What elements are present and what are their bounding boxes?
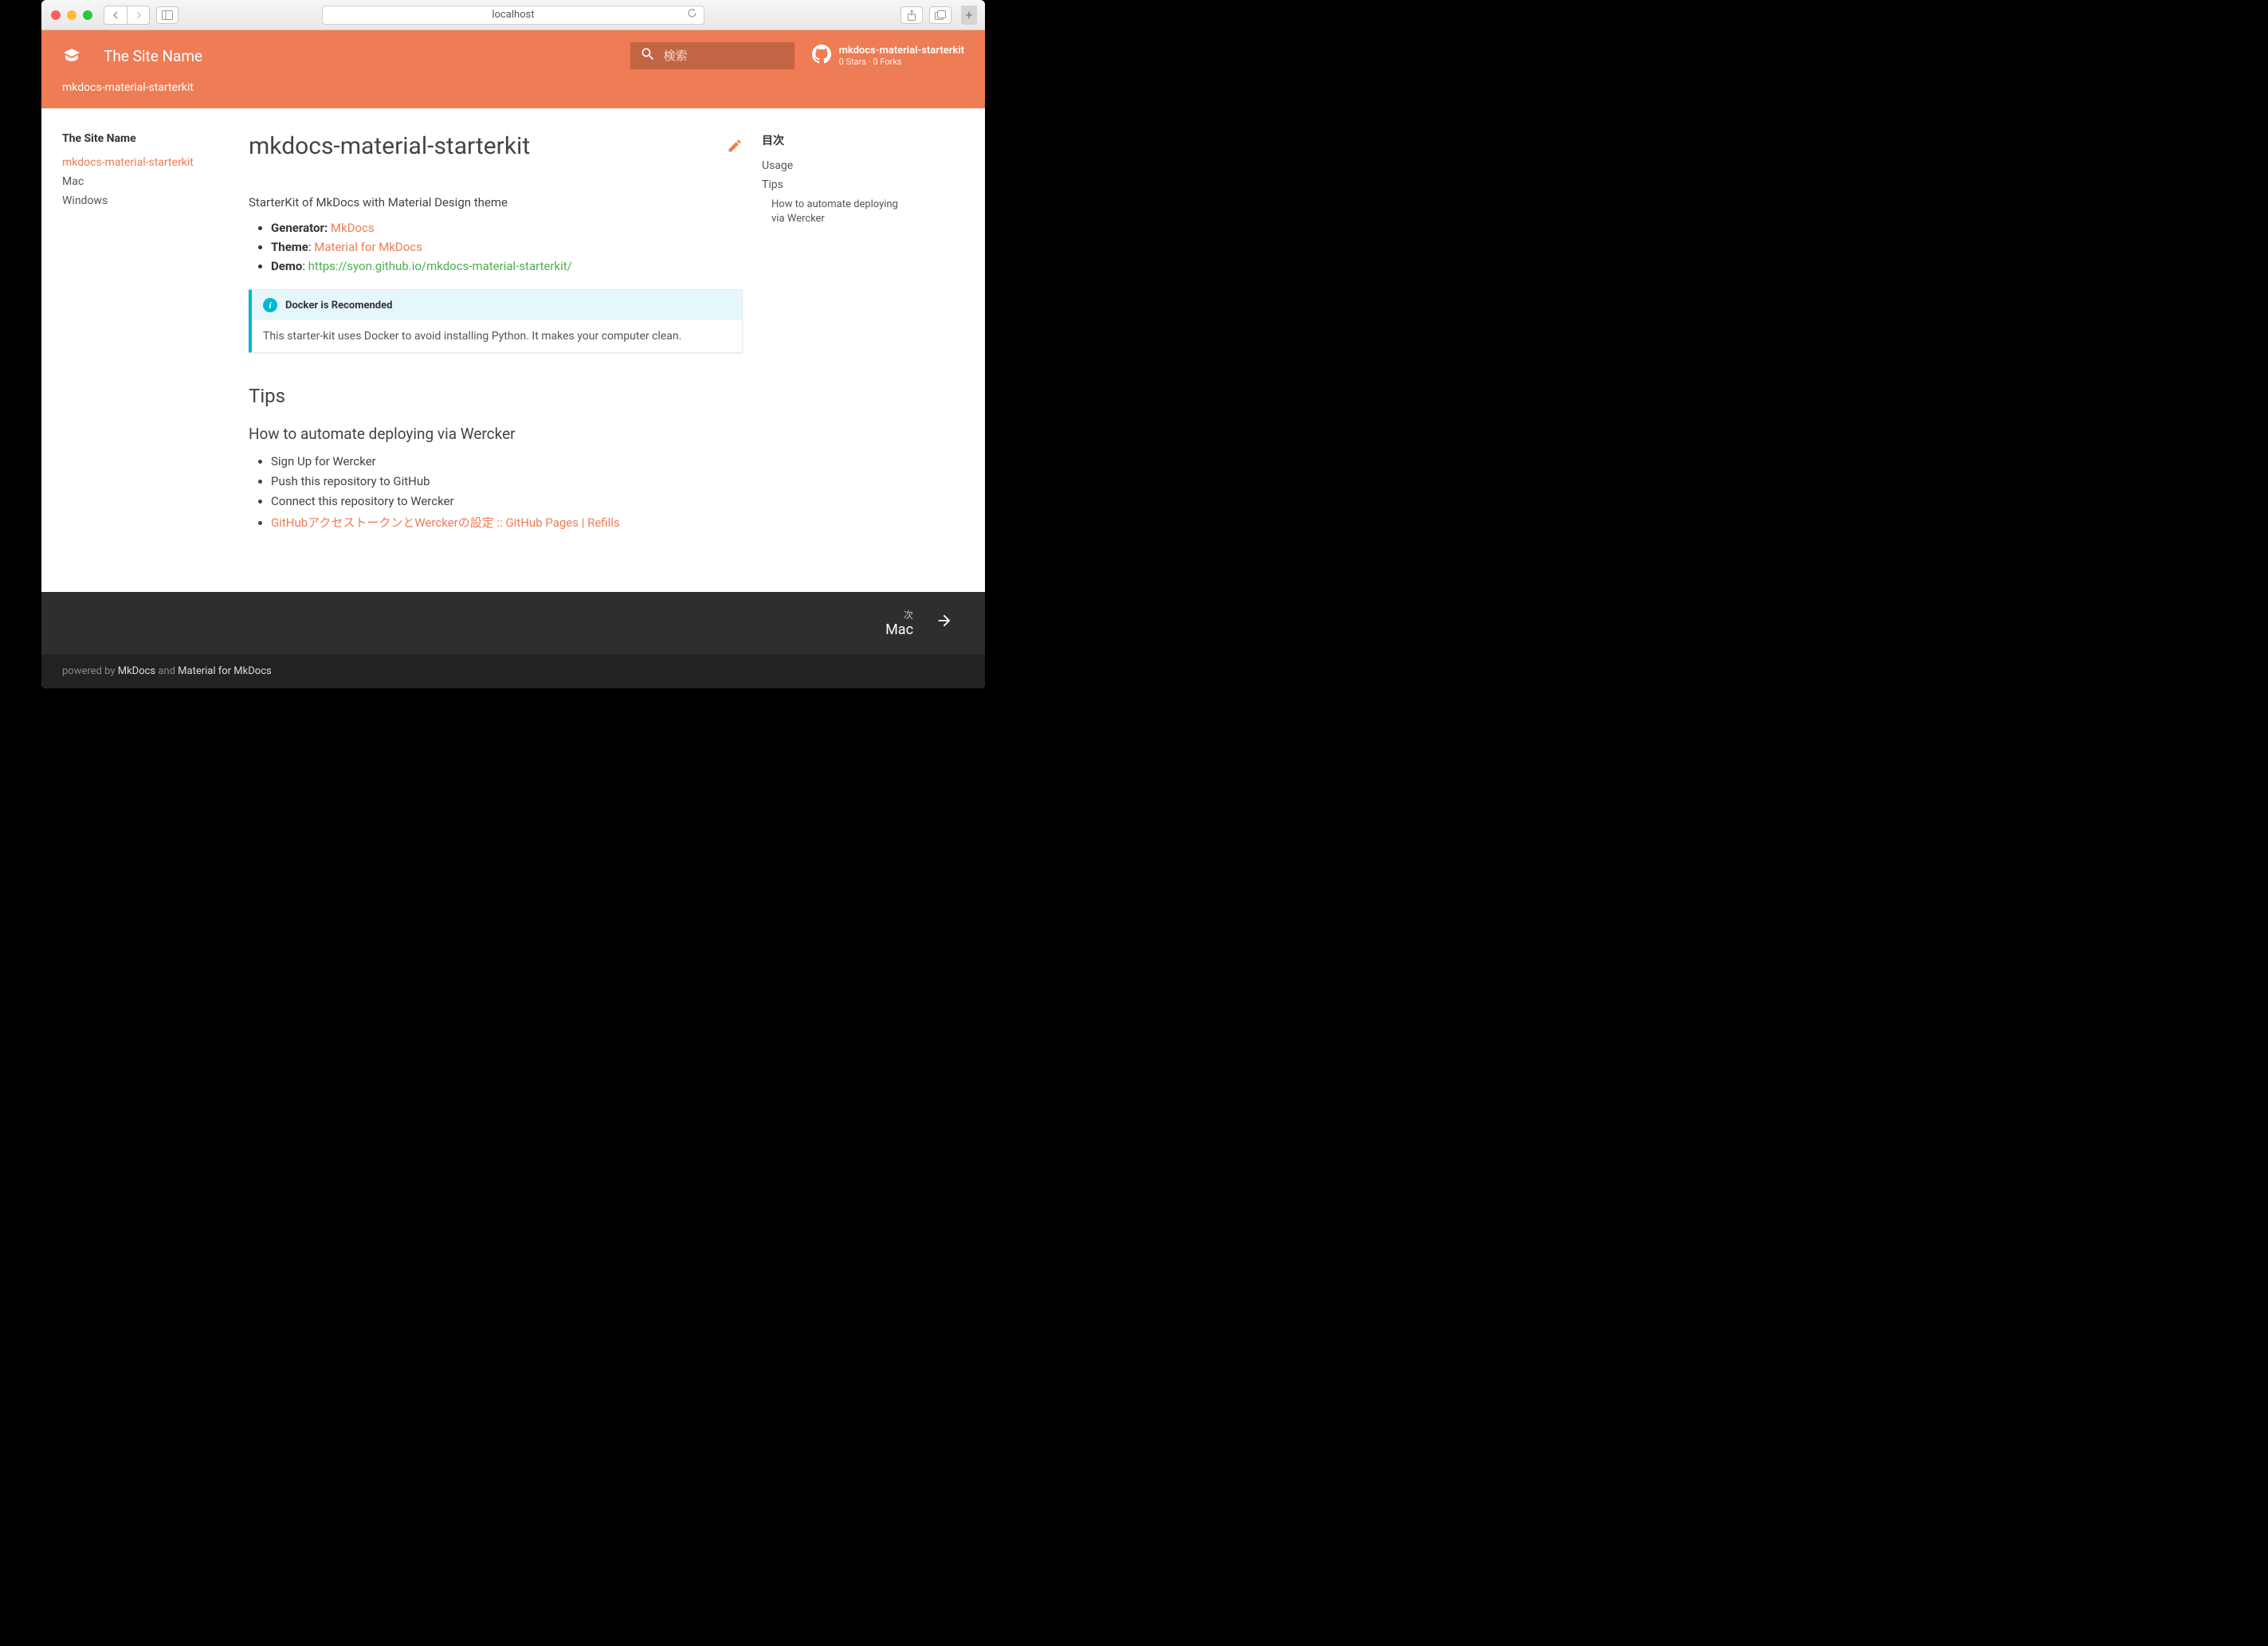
bullet-item: Generator: MkDocs xyxy=(271,221,743,235)
address-text: localhost xyxy=(492,9,534,21)
site-title: The Site Name xyxy=(104,47,202,65)
footer-bottom: powered by MkDocs and Material for MkDoc… xyxy=(41,654,985,688)
toc-title: 目次 xyxy=(762,132,913,148)
minimize-window-button[interactable] xyxy=(67,10,77,20)
maximize-window-button[interactable] xyxy=(83,10,92,20)
table-of-contents: 目次 UsageTipsHow to automate deploying vi… xyxy=(762,132,913,584)
main-article: mkdocs-material-starterkit StarterKit of… xyxy=(249,132,743,584)
edit-icon[interactable] xyxy=(727,132,743,160)
browser-window: localhost + The Site Name xyxy=(41,0,985,688)
arrow-right-icon xyxy=(936,612,953,634)
nav-item[interactable]: Mac xyxy=(62,172,230,191)
back-button[interactable] xyxy=(104,6,127,24)
new-tab-button[interactable]: + xyxy=(961,6,977,25)
reload-icon[interactable] xyxy=(687,8,697,22)
nav-sidebar: The Site Name mkdocs-material-starterkit… xyxy=(62,132,230,584)
nav-item[interactable]: Windows xyxy=(62,191,230,210)
footer-link-mkdocs[interactable]: MkDocs xyxy=(118,665,155,677)
traffic-lights xyxy=(51,10,92,20)
step-item: Push this repository to GitHub xyxy=(271,474,743,488)
browser-titlebar: localhost + xyxy=(41,0,985,30)
toc-item[interactable]: Usage xyxy=(762,156,913,175)
search-input[interactable] xyxy=(664,49,785,63)
admonition-body: This starter-kit uses Docker to avoid in… xyxy=(252,320,742,352)
bullet-item: Demo: https://syon.github.io/mkdocs-mate… xyxy=(271,259,743,273)
content-area: The Site Name mkdocs-material-starterkit… xyxy=(41,108,985,688)
admonition-title: Docker is Recomended xyxy=(285,300,392,312)
bullet-item: Theme: Material for MkDocs xyxy=(271,240,743,254)
bullet-link[interactable]: https://syon.github.io/mkdocs-material-s… xyxy=(308,259,572,273)
repo-stats: 0 Stars · 0 Forks xyxy=(839,57,964,67)
admonition-info: i Docker is Recomended This starter-kit … xyxy=(249,289,743,353)
browser-right-buttons: + xyxy=(901,6,977,25)
toc-item[interactable]: How to automate deploying via Wercker xyxy=(762,194,913,229)
tabs-button[interactable] xyxy=(929,6,952,24)
nav-item[interactable]: mkdocs-material-starterkit xyxy=(62,153,230,172)
step-link[interactable]: GitHubアクセストークンとWerckerの設定 :: GitHub Page… xyxy=(271,515,620,530)
logo-icon xyxy=(62,46,81,65)
heading-tips: Tips xyxy=(249,385,743,407)
search-box[interactable] xyxy=(630,42,795,69)
toc-item[interactable]: Tips xyxy=(762,175,913,194)
nav-buttons xyxy=(104,6,150,25)
close-window-button[interactable] xyxy=(51,10,61,20)
step-item: GitHubアクセストークンとWerckerの設定 :: GitHub Page… xyxy=(271,514,743,531)
info-icon: i xyxy=(263,298,277,312)
intro-text: StarterKit of MkDocs with Material Desig… xyxy=(249,195,743,210)
footer-next-page: Mac xyxy=(885,621,913,638)
bullet-link[interactable]: MkDocs xyxy=(331,221,375,235)
forward-button[interactable] xyxy=(127,6,149,24)
step-item: Connect this repository to Wercker xyxy=(271,494,743,508)
heading-wercker: How to automate deploying via Wercker xyxy=(249,425,743,443)
footer-nav[interactable]: 次 Mac xyxy=(41,592,985,654)
page-title: mkdocs-material-starterkit xyxy=(249,132,743,160)
nav-title: The Site Name xyxy=(62,132,230,145)
repo-link[interactable]: mkdocs-material-starterkit 0 Stars · 0 F… xyxy=(812,45,964,67)
sidebar-toggle-button[interactable] xyxy=(156,6,179,24)
site-header: The Site Name mkdocs-material-starterkit… xyxy=(41,30,985,108)
footer-next-label: 次 xyxy=(885,608,913,621)
step-item: Sign Up for Wercker xyxy=(271,454,743,468)
search-icon xyxy=(640,46,656,65)
footer-link-material[interactable]: Material for MkDocs xyxy=(178,665,272,677)
breadcrumb: mkdocs-material-starterkit xyxy=(41,81,985,108)
bullet-link[interactable]: Material for MkDocs xyxy=(314,240,422,254)
address-bar[interactable]: localhost xyxy=(322,6,704,25)
page-content: The Site Name mkdocs-material-starterkit… xyxy=(41,30,985,688)
share-button[interactable] xyxy=(901,6,923,24)
github-icon xyxy=(812,45,831,67)
repo-name: mkdocs-material-starterkit xyxy=(839,45,964,57)
